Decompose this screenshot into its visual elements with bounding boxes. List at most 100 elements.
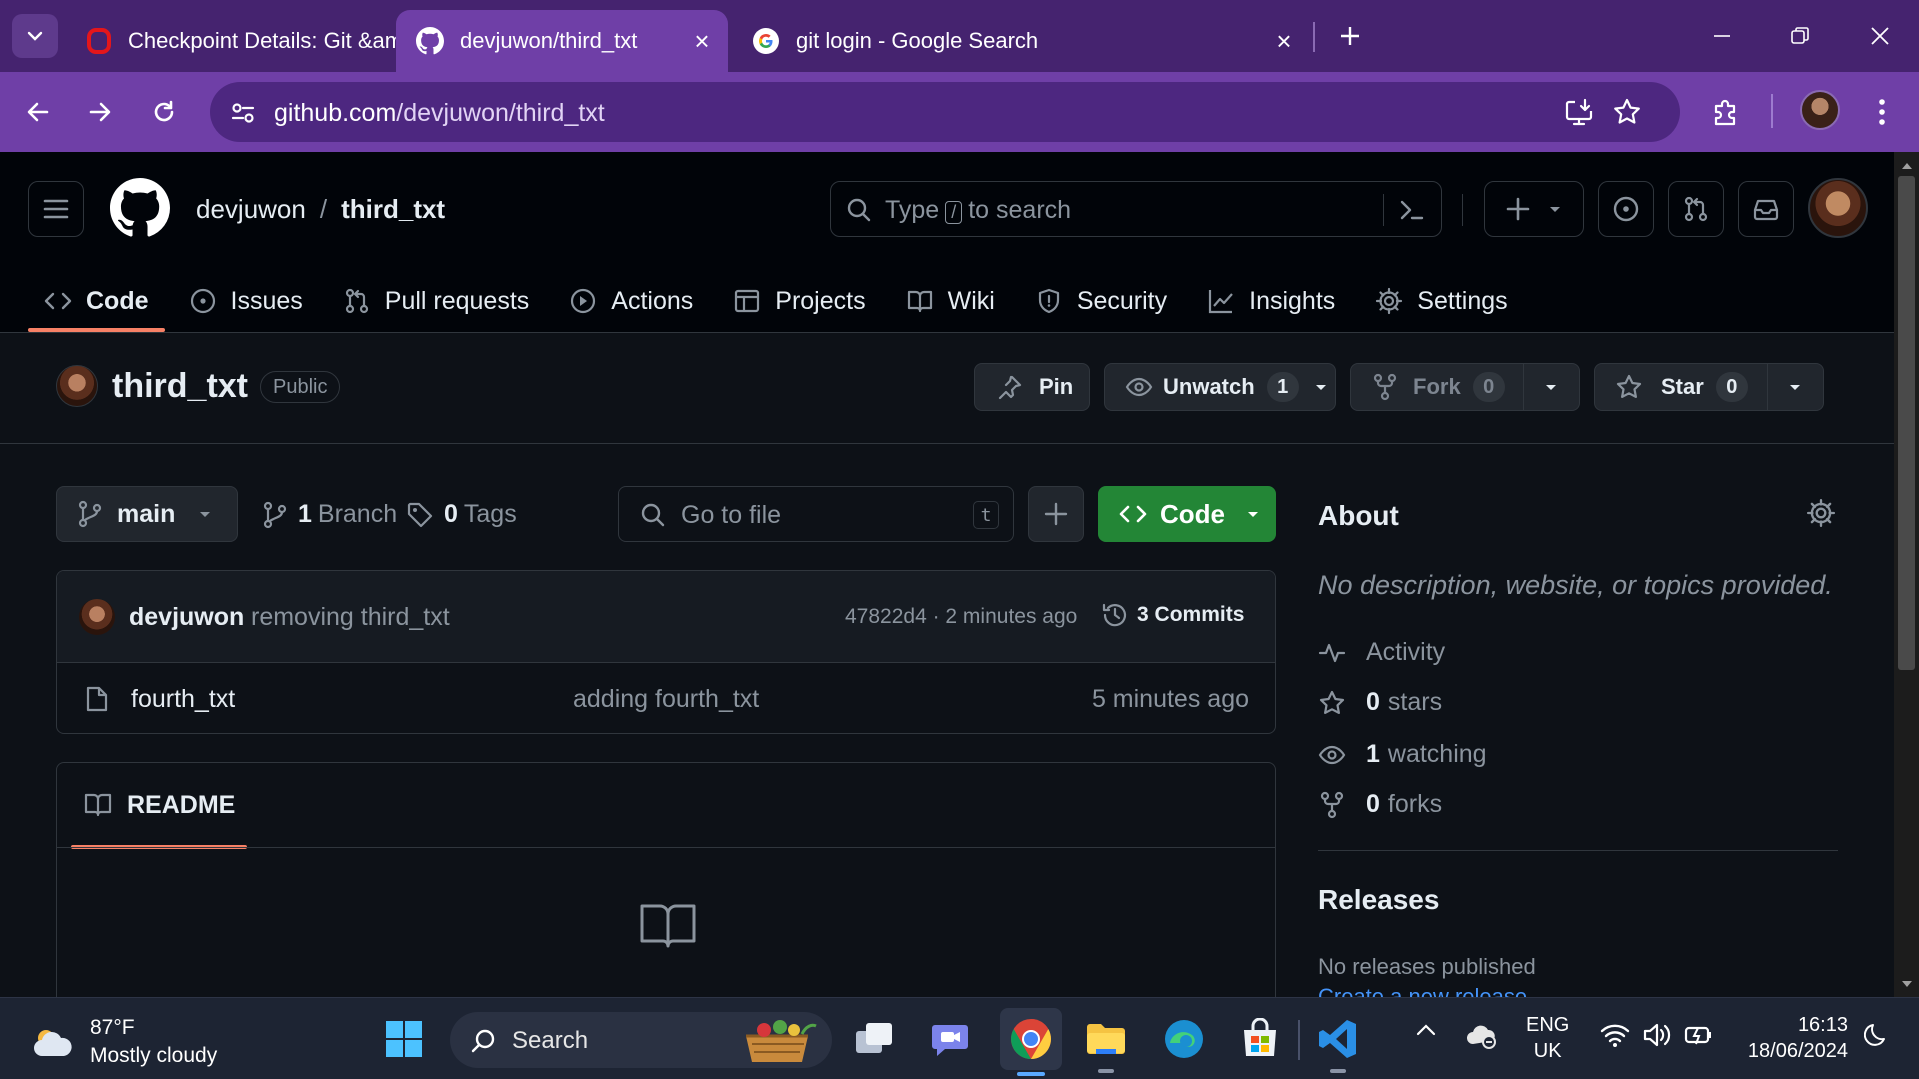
tab-settings[interactable]: Settings [1359,272,1523,330]
scrollbar-thumb[interactable] [1898,176,1915,670]
chrome-menu-button[interactable] [1860,90,1904,134]
network-button[interactable] [1598,1022,1632,1048]
commits-count: 3 [1137,603,1149,626]
language-primary: ENG [1526,1014,1570,1036]
stars-link[interactable]: 0 stars [1318,688,1442,717]
battery-button[interactable] [1682,1022,1716,1048]
chat-icon [932,1025,968,1056]
weather-widget[interactable]: 87°F Mostly cloudy [30,1014,217,1070]
store-button[interactable] [1232,1011,1288,1067]
file-row[interactable]: fourth_txt adding fourth_txt 5 minutes a… [57,663,1275,733]
forward-button[interactable] [78,90,122,134]
tab-readme[interactable]: README [71,763,248,849]
commit-author-avatar[interactable] [79,599,115,635]
commits-link[interactable]: 3 Commits [1101,601,1244,629]
graph-icon [1209,290,1233,314]
pull-requests-shortcut-button[interactable] [1668,181,1724,237]
command-palette-icon[interactable] [1397,195,1427,225]
commit-author[interactable]: devjuwon [129,603,244,632]
clock[interactable]: 16:13 18/06/2024 [1738,1012,1848,1064]
close-icon[interactable]: × [690,26,714,56]
github-logo[interactable] [110,178,170,238]
repo-title[interactable]: third_txt [112,367,248,406]
tab-label: Actions [611,286,694,315]
close-icon[interactable]: × [1272,26,1296,56]
start-button[interactable] [376,1011,432,1067]
caret-down-icon [200,512,211,517]
watching-link[interactable]: 1 watching [1318,740,1487,769]
back-button[interactable] [16,90,60,134]
tab-actions[interactable]: Actions [553,272,709,330]
add-file-button[interactable] [1028,486,1084,542]
browser-tab-github[interactable]: devjuwon/third_txt × [396,10,728,72]
edge-button[interactable] [1156,1011,1212,1067]
menu-button[interactable] [28,181,84,237]
activity-link[interactable]: Activity [1318,638,1445,667]
volume-button[interactable] [1640,1022,1674,1048]
caret-down-icon[interactable] [1543,379,1559,395]
close-window-button[interactable] [1850,12,1910,60]
site-info-button[interactable] [226,96,260,130]
tab-label: Projects [775,286,866,315]
chrome-taskbar-button[interactable] [1000,1008,1062,1076]
file-name[interactable]: fourth_txt [131,685,235,714]
create-release-link[interactable]: Create a new release [1318,984,1527,998]
forks-link[interactable]: 0 forks [1318,790,1442,819]
issues-shortcut-button[interactable] [1598,181,1654,237]
pin-button[interactable]: Pin [974,363,1090,411]
commits-label: Commits [1154,603,1245,626]
new-tab-button[interactable] [1328,14,1372,58]
tab-pull-requests[interactable]: Pull requests [327,272,546,330]
breadcrumb-owner[interactable]: devjuwon [196,194,306,224]
tags-link[interactable]: 0 Tags [406,500,517,529]
branches-link[interactable]: 1 Branch [262,500,397,529]
releases-heading[interactable]: Releases [1318,884,1439,916]
tab-issues[interactable]: Issues [173,272,319,330]
tab-search-button[interactable] [12,14,58,58]
teams-chat-button[interactable] [922,1011,978,1067]
battery-charging-icon [1684,1026,1711,1045]
inbox-button[interactable] [1738,181,1794,237]
bookmark-star-button[interactable] [1610,95,1644,129]
file-explorer-button[interactable] [1078,1011,1134,1073]
vscode-button[interactable] [1310,1011,1366,1073]
profile-avatar[interactable] [1800,90,1840,130]
tab-wiki[interactable]: Wiki [890,272,1011,330]
owner-avatar[interactable] [56,365,98,407]
branch-selector[interactable]: main [56,486,238,542]
tab-insights[interactable]: Insights [1191,272,1351,330]
star-button[interactable]: Star 0 [1594,363,1824,411]
onedrive-button[interactable] [1462,1022,1502,1050]
tab-code[interactable]: Code [28,272,165,332]
language-indicator[interactable]: ENG UK [1526,1012,1569,1064]
reload-button[interactable] [142,90,186,134]
scroll-down-button[interactable] [1898,976,1915,992]
restore-button[interactable] [1770,12,1830,60]
breadcrumb: devjuwon / third_txt [196,194,445,225]
browser-tab-google[interactable]: git login - Google Search × [732,10,1310,72]
show-hidden-icons-button[interactable] [1412,1022,1440,1036]
commit-sha-age[interactable]: 47822d4 · 2 minutes ago [845,605,1077,629]
taskbar-search[interactable]: Search [450,1012,832,1068]
unwatch-button[interactable]: Unwatch 1 [1104,363,1336,411]
install-app-button[interactable] [1562,95,1596,129]
breadcrumb-repo[interactable]: third_txt [341,194,445,224]
tab-security[interactable]: Security [1019,272,1183,330]
user-avatar[interactable] [1808,178,1868,238]
task-view-button[interactable] [846,1011,902,1067]
create-new-button[interactable] [1484,181,1584,237]
fork-button[interactable]: Fork 0 [1350,363,1580,411]
minimize-button[interactable] [1692,12,1752,60]
address-bar[interactable]: github.com/devjuwon/third_txt [210,82,1680,142]
focus-button[interactable] [1860,1022,1894,1048]
caret-down-icon[interactable] [1787,379,1803,395]
gear-icon[interactable] [1806,498,1836,528]
go-to-file-input[interactable]: Go to file t [618,486,1014,542]
commit-message[interactable]: removing third_txt [251,603,450,632]
code-dropdown-button[interactable]: Code [1098,486,1276,542]
scroll-up-button[interactable] [1898,158,1915,174]
global-search-input[interactable]: Type / to search [830,181,1442,237]
extensions-button[interactable] [1704,90,1748,134]
tab-projects[interactable]: Projects [717,272,881,330]
file-commit-message[interactable]: adding fourth_txt [573,685,759,714]
